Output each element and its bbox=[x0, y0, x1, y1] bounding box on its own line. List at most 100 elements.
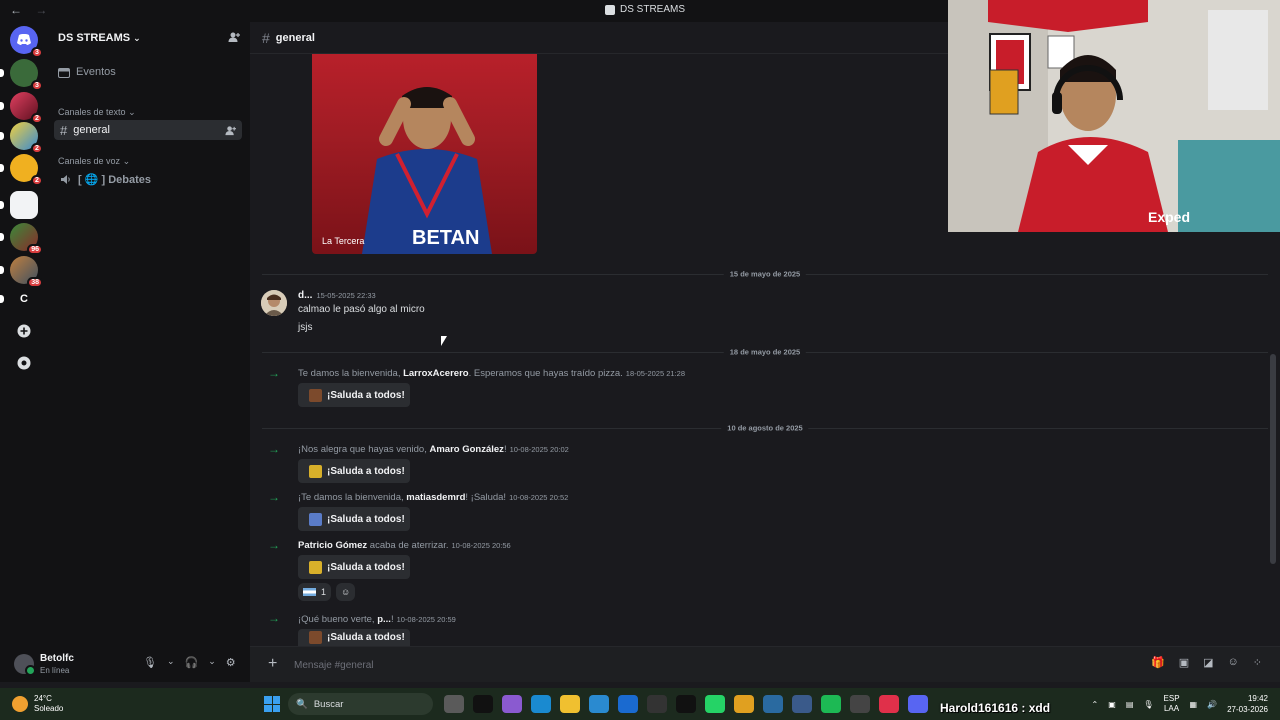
capcut-icon[interactable] bbox=[473, 695, 493, 713]
sun-icon bbox=[12, 696, 28, 712]
message-author[interactable]: d... 15-05-2025 22:33 bbox=[298, 290, 376, 301]
guild-server-pink[interactable]: 2 bbox=[0, 92, 43, 124]
tray-icon[interactable]: ▤ bbox=[1126, 700, 1134, 709]
user-avatar[interactable] bbox=[14, 654, 36, 676]
edge-icon[interactable] bbox=[531, 695, 551, 713]
message-timestamp: 15-05-2025 22:33 bbox=[316, 291, 376, 300]
guild-server-white[interactable] bbox=[0, 191, 38, 219]
tray-icon[interactable]: ▣ bbox=[1108, 700, 1116, 709]
volume-icon[interactable]: 🔊 bbox=[1207, 700, 1217, 709]
image-embed[interactable]: BETAN La Tercera bbox=[312, 54, 537, 254]
sticker-icon bbox=[309, 388, 322, 402]
guild-server-colorful[interactable]: 38 bbox=[0, 256, 43, 288]
task-view-icon[interactable] bbox=[444, 695, 464, 713]
obs-icon[interactable] bbox=[647, 695, 667, 713]
copilot-icon[interactable] bbox=[502, 695, 522, 713]
taskbar-search[interactable]: 🔍 Buscar bbox=[288, 693, 433, 715]
guild-server-yellow[interactable]: 2 bbox=[0, 154, 43, 186]
sticker-icon[interactable]: ◪ bbox=[1203, 656, 1213, 669]
system-message: Patricio Gómez acaba de aterrizar. 10-08-… bbox=[298, 540, 511, 551]
chevron-down-icon[interactable]: ⌄ bbox=[208, 656, 216, 669]
weather-widget[interactable]: 24°C Soleado bbox=[12, 694, 63, 714]
app-icon[interactable] bbox=[792, 695, 812, 713]
text-channels-category[interactable]: Canales de texto ⌄ bbox=[58, 107, 136, 118]
guild-server-c[interactable]: C bbox=[0, 285, 38, 313]
join-arrow-icon: → bbox=[268, 538, 280, 552]
channel-sidebar: DS STREAMS ⌄ Eventos Canales de texto ⌄ … bbox=[48, 22, 250, 646]
image-caption: La Tercera bbox=[322, 236, 365, 246]
back-icon[interactable]: ← bbox=[10, 3, 22, 17]
headphones-icon[interactable]: 🎧 bbox=[185, 656, 199, 669]
system-user[interactable]: Patricio Gómez bbox=[298, 540, 367, 551]
system-user[interactable]: Amaro González bbox=[430, 444, 504, 455]
gif-icon[interactable]: ▣ bbox=[1179, 656, 1189, 669]
avatar-image bbox=[261, 290, 287, 316]
channel-general[interactable]: # general bbox=[54, 120, 242, 140]
svg-text:BETAN: BETAN bbox=[412, 227, 479, 249]
message-avatar[interactable] bbox=[261, 290, 287, 316]
forward-icon[interactable]: → bbox=[35, 3, 47, 17]
guild-server-green[interactable]: 3 bbox=[0, 59, 43, 91]
message-input[interactable] bbox=[294, 656, 894, 674]
outlook-icon[interactable] bbox=[618, 695, 638, 713]
voice-channels-category[interactable]: Canales de voz ⌄ bbox=[58, 156, 130, 167]
clock[interactable]: 19:42 27-03-2026 bbox=[1227, 693, 1268, 715]
scrollbar[interactable] bbox=[1270, 354, 1276, 564]
invite-icon[interactable] bbox=[225, 125, 236, 136]
spotify-icon[interactable] bbox=[821, 695, 841, 713]
system-user[interactable]: p... bbox=[377, 614, 391, 625]
add-reaction-button[interactable]: ☺ bbox=[336, 583, 356, 601]
tiktok-icon[interactable] bbox=[676, 695, 696, 713]
apps-icon[interactable]: ⁘ bbox=[1253, 656, 1262, 669]
events-item[interactable]: Eventos bbox=[58, 66, 116, 78]
hash-icon: # bbox=[262, 29, 270, 46]
taskbar-apps bbox=[444, 695, 928, 713]
compass-icon bbox=[17, 356, 31, 370]
whatsapp-icon[interactable] bbox=[705, 695, 725, 713]
wifi-icon[interactable]: ▦ bbox=[1190, 700, 1198, 709]
add-server-button[interactable] bbox=[10, 317, 38, 345]
sticker-icon bbox=[309, 512, 322, 526]
chevron-down-icon: ⌄ bbox=[133, 32, 141, 43]
add-member-icon[interactable] bbox=[228, 31, 240, 43]
guild-badge: 3 bbox=[31, 80, 43, 91]
attach-plus-icon[interactable]: + bbox=[268, 655, 277, 673]
windows-start-icon[interactable] bbox=[264, 696, 280, 712]
app-icon[interactable] bbox=[850, 695, 870, 713]
chrome-icon[interactable] bbox=[734, 695, 754, 713]
file-explorer-icon[interactable] bbox=[560, 695, 580, 713]
chevron-up-icon[interactable]: ⌃ bbox=[1092, 700, 1099, 709]
voice-channel-debates[interactable]: [ 🌐 ] Debates bbox=[54, 169, 242, 189]
discord-icon[interactable] bbox=[908, 695, 928, 713]
guild-discord-home[interactable]: 3 bbox=[10, 26, 43, 58]
guild-server-simpson[interactable]: 2 bbox=[0, 122, 43, 154]
wave-button[interactable]: ¡Saluda a todos! bbox=[298, 459, 410, 483]
message-text: jsjs bbox=[298, 322, 313, 333]
emoji-icon[interactable]: ☺ bbox=[1228, 656, 1239, 669]
guild-server-spiderman[interactable]: 96 bbox=[0, 223, 43, 255]
wave-button[interactable]: ¡Saluda a todos! bbox=[298, 629, 410, 646]
system-user[interactable]: LarroxAcerero bbox=[403, 368, 468, 379]
wave-button[interactable]: ¡Saluda a todos! bbox=[298, 507, 410, 531]
reaction-flag[interactable]: 1 bbox=[298, 583, 332, 601]
wave-button[interactable]: ¡Saluda a todos! bbox=[298, 555, 410, 579]
photos-icon[interactable] bbox=[763, 695, 783, 713]
mic-icon[interactable]: 🎙 bbox=[1143, 700, 1153, 709]
server-header[interactable]: DS STREAMS ⌄ bbox=[48, 22, 250, 54]
discord-icon bbox=[17, 34, 31, 45]
gear-icon[interactable]: ⚙ bbox=[226, 656, 236, 669]
system-user[interactable]: matiasdemrd bbox=[406, 492, 465, 503]
store-icon[interactable] bbox=[589, 695, 609, 713]
message-text: calmao le pasó algo al micro bbox=[298, 304, 425, 315]
discover-button[interactable] bbox=[10, 349, 38, 377]
guild-badge: 2 bbox=[31, 113, 43, 124]
chevron-down-icon[interactable]: ⌄ bbox=[167, 656, 175, 669]
hash-icon: # bbox=[60, 122, 68, 138]
microphone-icon[interactable]: 🎙 bbox=[143, 656, 157, 669]
tiktok-live-icon[interactable] bbox=[879, 695, 899, 713]
language-indicator[interactable]: ESP LAA bbox=[1164, 694, 1180, 714]
gift-icon[interactable]: 🎁 bbox=[1151, 656, 1165, 669]
sticker-icon bbox=[309, 560, 322, 574]
wave-button[interactable]: ¡Saluda a todos! bbox=[298, 383, 410, 407]
message-timestamp: 10-08-2025 20:56 bbox=[451, 541, 511, 550]
